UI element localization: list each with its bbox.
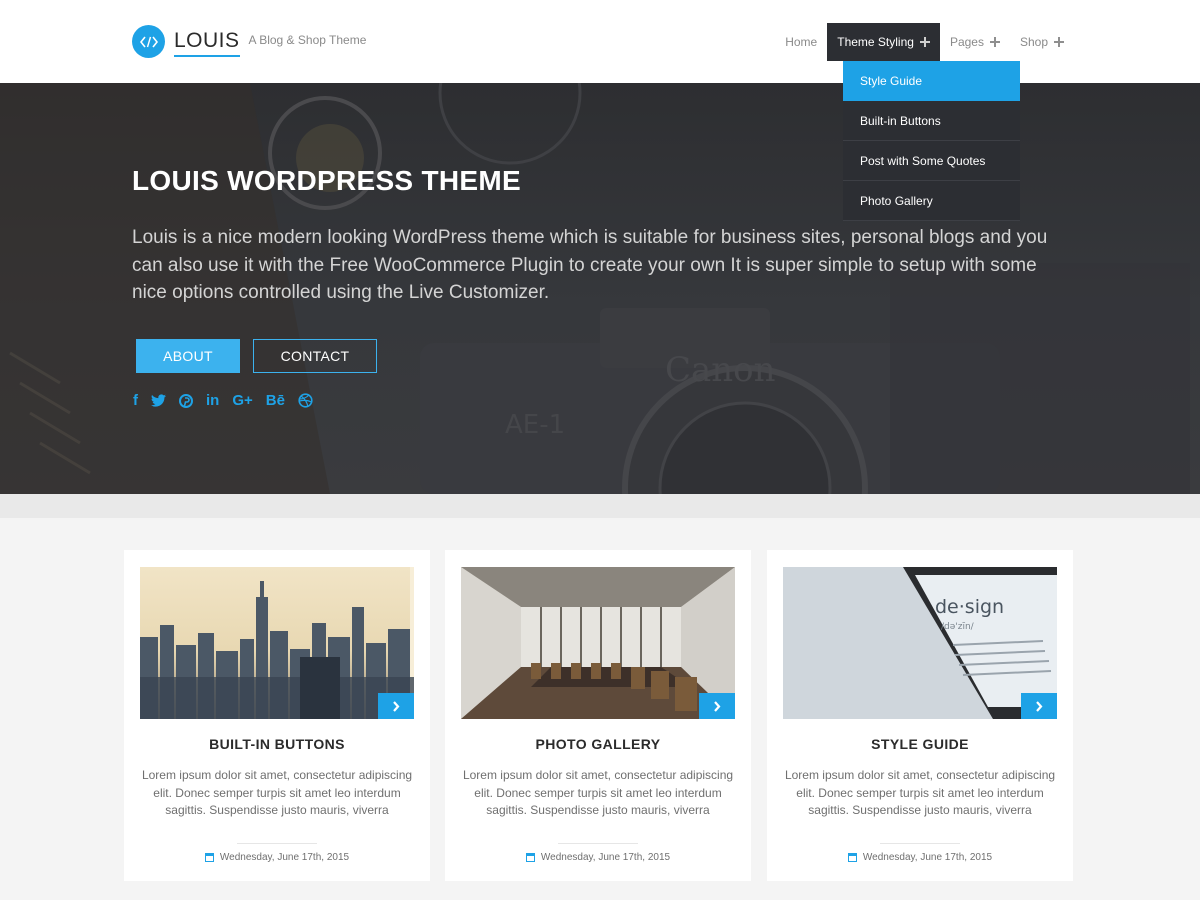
contact-button[interactable]: CONTACT: [253, 339, 377, 373]
post-date: Wednesday, June 17th, 2015: [767, 852, 1073, 863]
pinterest-icon[interactable]: [179, 393, 193, 408]
post-thumbnail[interactable]: [461, 567, 735, 719]
plus-icon: [919, 37, 930, 47]
dribbble-icon[interactable]: [298, 393, 313, 408]
post-thumbnail[interactable]: de·sign /də'zīn/: [783, 567, 1057, 719]
twitter-icon[interactable]: [151, 394, 166, 407]
post-title[interactable]: STYLE GUIDE: [767, 736, 1073, 752]
dropdown-item-style-guide[interactable]: Style Guide: [843, 61, 1020, 101]
about-button[interactable]: ABOUT: [136, 339, 240, 373]
nav-item-label: Home: [785, 35, 818, 49]
code-icon: [132, 25, 165, 58]
post-excerpt: Lorem ipsum dolor sit amet, consectetur …: [141, 768, 413, 817]
post-title[interactable]: PHOTO GALLERY: [445, 736, 751, 752]
post-date-text: Wednesday, June 17th, 2015: [540, 852, 671, 863]
read-more-arrow-button[interactable]: [699, 693, 735, 719]
image-word: de·sign: [935, 596, 1004, 618]
chevron-right-icon: [1036, 700, 1043, 712]
chevron-right-icon: [393, 700, 400, 712]
google-plus-icon[interactable]: G+: [232, 392, 252, 409]
svg-text:Canon: Canon: [665, 350, 776, 390]
divider: [237, 843, 317, 844]
dropdown-item-photo-gallery[interactable]: Photo Gallery: [843, 181, 1020, 221]
nav-item-label: Shop: [1019, 35, 1048, 49]
site-name: LOUIS: [174, 29, 240, 57]
svg-text:AE-1: AE-1: [505, 410, 565, 440]
plus-icon: [989, 37, 1000, 47]
hero-section: Canon AE-1 LOUIS WORDPRESS THEME Louis i…: [0, 83, 1200, 494]
dropdown-item-built-in-buttons[interactable]: Built-in Buttons: [843, 101, 1020, 141]
post-excerpt: Lorem ipsum dolor sit amet, consectetur …: [462, 768, 734, 817]
conference-room-image: [461, 567, 735, 719]
chevron-right-icon: [714, 700, 721, 712]
post-date-text: Wednesday, June 17th, 2015: [219, 852, 350, 863]
main-nav: Home Theme Styling Pages Shop: [775, 23, 1074, 61]
city-skyline-image: [140, 567, 414, 719]
divider: [558, 843, 638, 844]
linkedin-icon[interactable]: in: [206, 392, 219, 409]
theme-styling-dropdown: Style Guide Built-in Buttons Post with S…: [843, 61, 1020, 221]
read-more-arrow-button[interactable]: [378, 693, 414, 719]
divider: [880, 843, 960, 844]
calendar-icon: [525, 853, 535, 862]
calendar-icon: [847, 853, 857, 862]
post-card-photo-gallery: PHOTO GALLERY Lorem ipsum dolor sit amet…: [445, 550, 751, 881]
site-tagline: A Blog & Shop Theme: [248, 32, 367, 47]
site-logo[interactable]: LOUIS A Blog & Shop Theme: [132, 25, 366, 58]
read-more-arrow-button[interactable]: [1021, 693, 1057, 719]
facebook-icon[interactable]: f: [133, 392, 138, 409]
phone-design-image: de·sign /də'zīn/: [783, 567, 1057, 719]
hero-description: Louis is a nice modern looking WordPress…: [132, 227, 1048, 303]
calendar-icon: [204, 853, 214, 862]
post-card-built-in-buttons: BUILT-IN BUTTONS Lorem ipsum dolor sit a…: [124, 550, 430, 881]
nav-item-label: Theme Styling: [837, 35, 914, 49]
plus-icon: [1054, 37, 1064, 47]
post-date-text: Wednesday, June 17th, 2015: [862, 852, 993, 863]
behance-icon[interactable]: Bē: [266, 392, 285, 409]
post-card-style-guide: de·sign /də'zīn/ STYLE GUIDE Lorem ipsum…: [767, 550, 1073, 881]
image-phonetic: /də'zīn/: [941, 622, 975, 632]
post-date: Wednesday, June 17th, 2015: [445, 852, 751, 863]
post-thumbnail[interactable]: [140, 567, 414, 719]
post-excerpt: Lorem ipsum dolor sit amet, consectetur …: [784, 768, 1056, 817]
post-date: Wednesday, June 17th, 2015: [124, 852, 430, 863]
section-divider: [0, 494, 1200, 518]
nav-item-home[interactable]: Home: [775, 23, 827, 61]
social-links: f in G+ Bē: [133, 392, 326, 409]
nav-item-theme-styling[interactable]: Theme Styling: [827, 23, 940, 61]
nav-item-shop[interactable]: Shop: [1010, 23, 1074, 61]
post-title[interactable]: BUILT-IN BUTTONS: [124, 736, 430, 752]
hero-title: LOUIS WORDPRESS THEME: [132, 165, 521, 196]
site-header: LOUIS A Blog & Shop Theme Home Theme Sty…: [0, 0, 1200, 83]
dropdown-item-post-with-quotes[interactable]: Post with Some Quotes: [843, 141, 1020, 181]
nav-item-label: Pages: [949, 35, 984, 49]
nav-item-pages[interactable]: Pages: [940, 23, 1010, 61]
